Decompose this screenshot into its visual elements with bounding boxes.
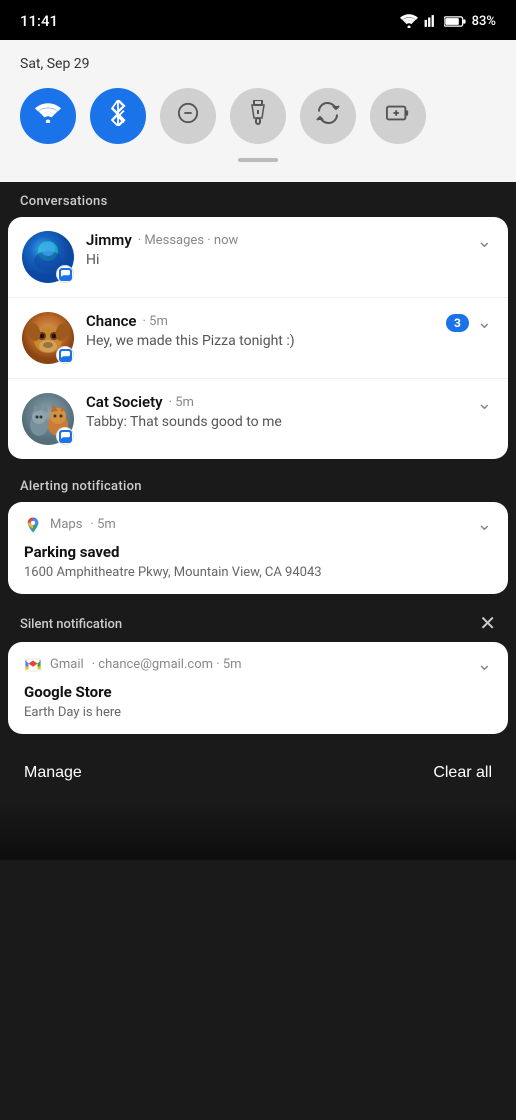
chance-expand-icon[interactable]: ⌄: [477, 312, 492, 333]
chance-body: Hey, we made this Pizza tonight :): [86, 333, 438, 349]
status-icons: 83%: [400, 14, 496, 29]
chance-app-badge: [56, 346, 74, 364]
jimmy-body: Hi: [86, 252, 469, 268]
maps-icon: [24, 516, 42, 534]
maps-time: · 5m: [90, 517, 115, 532]
conversation-cat-society[interactable]: Cat Society · 5m Tabby: That sounds good…: [8, 379, 508, 459]
jimmy-expand-icon[interactable]: ⌄: [477, 231, 492, 252]
bluetooth-toggle[interactable]: [90, 88, 146, 144]
gmail-notif-header: Gmail · chance@gmail.com · 5m ⌄: [8, 642, 508, 683]
jimmy-content: Jimmy · Messages · now Hi: [86, 231, 469, 268]
cat-avatar-wrap: [22, 393, 74, 445]
silent-close-button[interactable]: ✕: [479, 614, 496, 634]
jimmy-name: Jimmy: [86, 231, 132, 249]
quick-toggle-row: [20, 88, 496, 144]
jimmy-avatar-wrap: [22, 231, 74, 283]
gmail-app-name: Gmail: [50, 657, 84, 672]
chance-actions: 3 ⌄: [446, 312, 492, 333]
battery-saver-toggle[interactable]: [370, 88, 426, 144]
jimmy-meta: · Messages · now: [138, 233, 239, 248]
chance-content: Chance · 5m Hey, we made this Pizza toni…: [86, 312, 438, 349]
dnd-icon: [177, 102, 199, 130]
conversations-label: Conversations: [0, 184, 516, 217]
cat-expand-icon[interactable]: ⌄: [477, 393, 492, 414]
battery-percent: 83%: [472, 14, 496, 29]
cat-body: Tabby: That sounds good to me: [86, 414, 469, 430]
rotate-icon: [316, 101, 340, 131]
gmail-body: Earth Day is here: [8, 705, 508, 734]
chance-name: Chance: [86, 312, 137, 330]
wifi-icon: [35, 103, 61, 129]
quick-settings-panel: Sat, Sep 29: [0, 40, 516, 182]
maps-app-name: Maps: [50, 517, 82, 532]
chance-avatar-wrap: [22, 312, 74, 364]
bottom-bar: Manage Clear all: [0, 746, 516, 800]
wifi-toggle[interactable]: [20, 88, 76, 144]
rotate-toggle[interactable]: [300, 88, 356, 144]
signal-icon: [424, 14, 438, 28]
alerting-card: Maps · 5m ⌄ Parking saved 1600 Amphithea…: [8, 502, 508, 594]
conversation-jimmy[interactable]: Jimmy · Messages · now Hi ⌄: [8, 217, 508, 298]
cat-meta: · 5m: [169, 395, 194, 410]
maps-notif-header: Maps · 5m ⌄: [8, 502, 508, 543]
maps-body: 1600 Amphitheatre Pkwy, Mountain View, C…: [8, 565, 508, 594]
cat-actions: ⌄: [477, 393, 492, 414]
flashlight-toggle[interactable]: [230, 88, 286, 144]
jimmy-actions: ⌄: [477, 231, 492, 252]
gmail-title: Google Store: [8, 683, 508, 705]
gmail-meta: · chance@gmail.com · 5m: [92, 657, 242, 672]
dnd-toggle[interactable]: [160, 88, 216, 144]
jimmy-app-badge: [56, 265, 74, 283]
silent-card: Gmail · chance@gmail.com · 5m ⌄ Google S…: [8, 642, 508, 734]
clear-all-button[interactable]: Clear all: [433, 764, 492, 782]
date-display: Sat, Sep 29: [20, 56, 496, 72]
conversations-card: Jimmy · Messages · now Hi ⌄: [8, 217, 508, 459]
battery-icon: [444, 15, 466, 28]
maps-title: Parking saved: [8, 543, 508, 565]
cat-name: Cat Society: [86, 393, 163, 411]
gmail-icon: [24, 656, 42, 674]
manage-button[interactable]: Manage: [24, 764, 82, 782]
cat-app-badge: [56, 427, 74, 445]
silent-section-row: Silent notification ✕: [0, 604, 516, 642]
gmail-expand-icon[interactable]: ⌄: [477, 654, 492, 675]
chance-meta: · 5m: [143, 314, 168, 329]
status-bar: 11:41 83%: [0, 0, 516, 40]
conversation-chance[interactable]: Chance · 5m Hey, we made this Pizza toni…: [8, 298, 508, 379]
maps-expand-icon[interactable]: ⌄: [477, 514, 492, 535]
chance-unread-badge: 3: [446, 314, 469, 332]
alerting-label: Alerting notification: [0, 469, 516, 502]
wifi-status-icon: [400, 14, 418, 28]
bottom-blur: [0, 800, 516, 860]
cat-content: Cat Society · 5m Tabby: That sounds good…: [86, 393, 469, 430]
flashlight-icon: [248, 100, 268, 132]
bluetooth-icon: [109, 100, 127, 132]
status-time: 11:41: [20, 12, 58, 30]
silent-label: Silent notification: [20, 617, 122, 632]
battery-plus-icon: [386, 101, 410, 131]
drag-handle[interactable]: [238, 158, 278, 162]
